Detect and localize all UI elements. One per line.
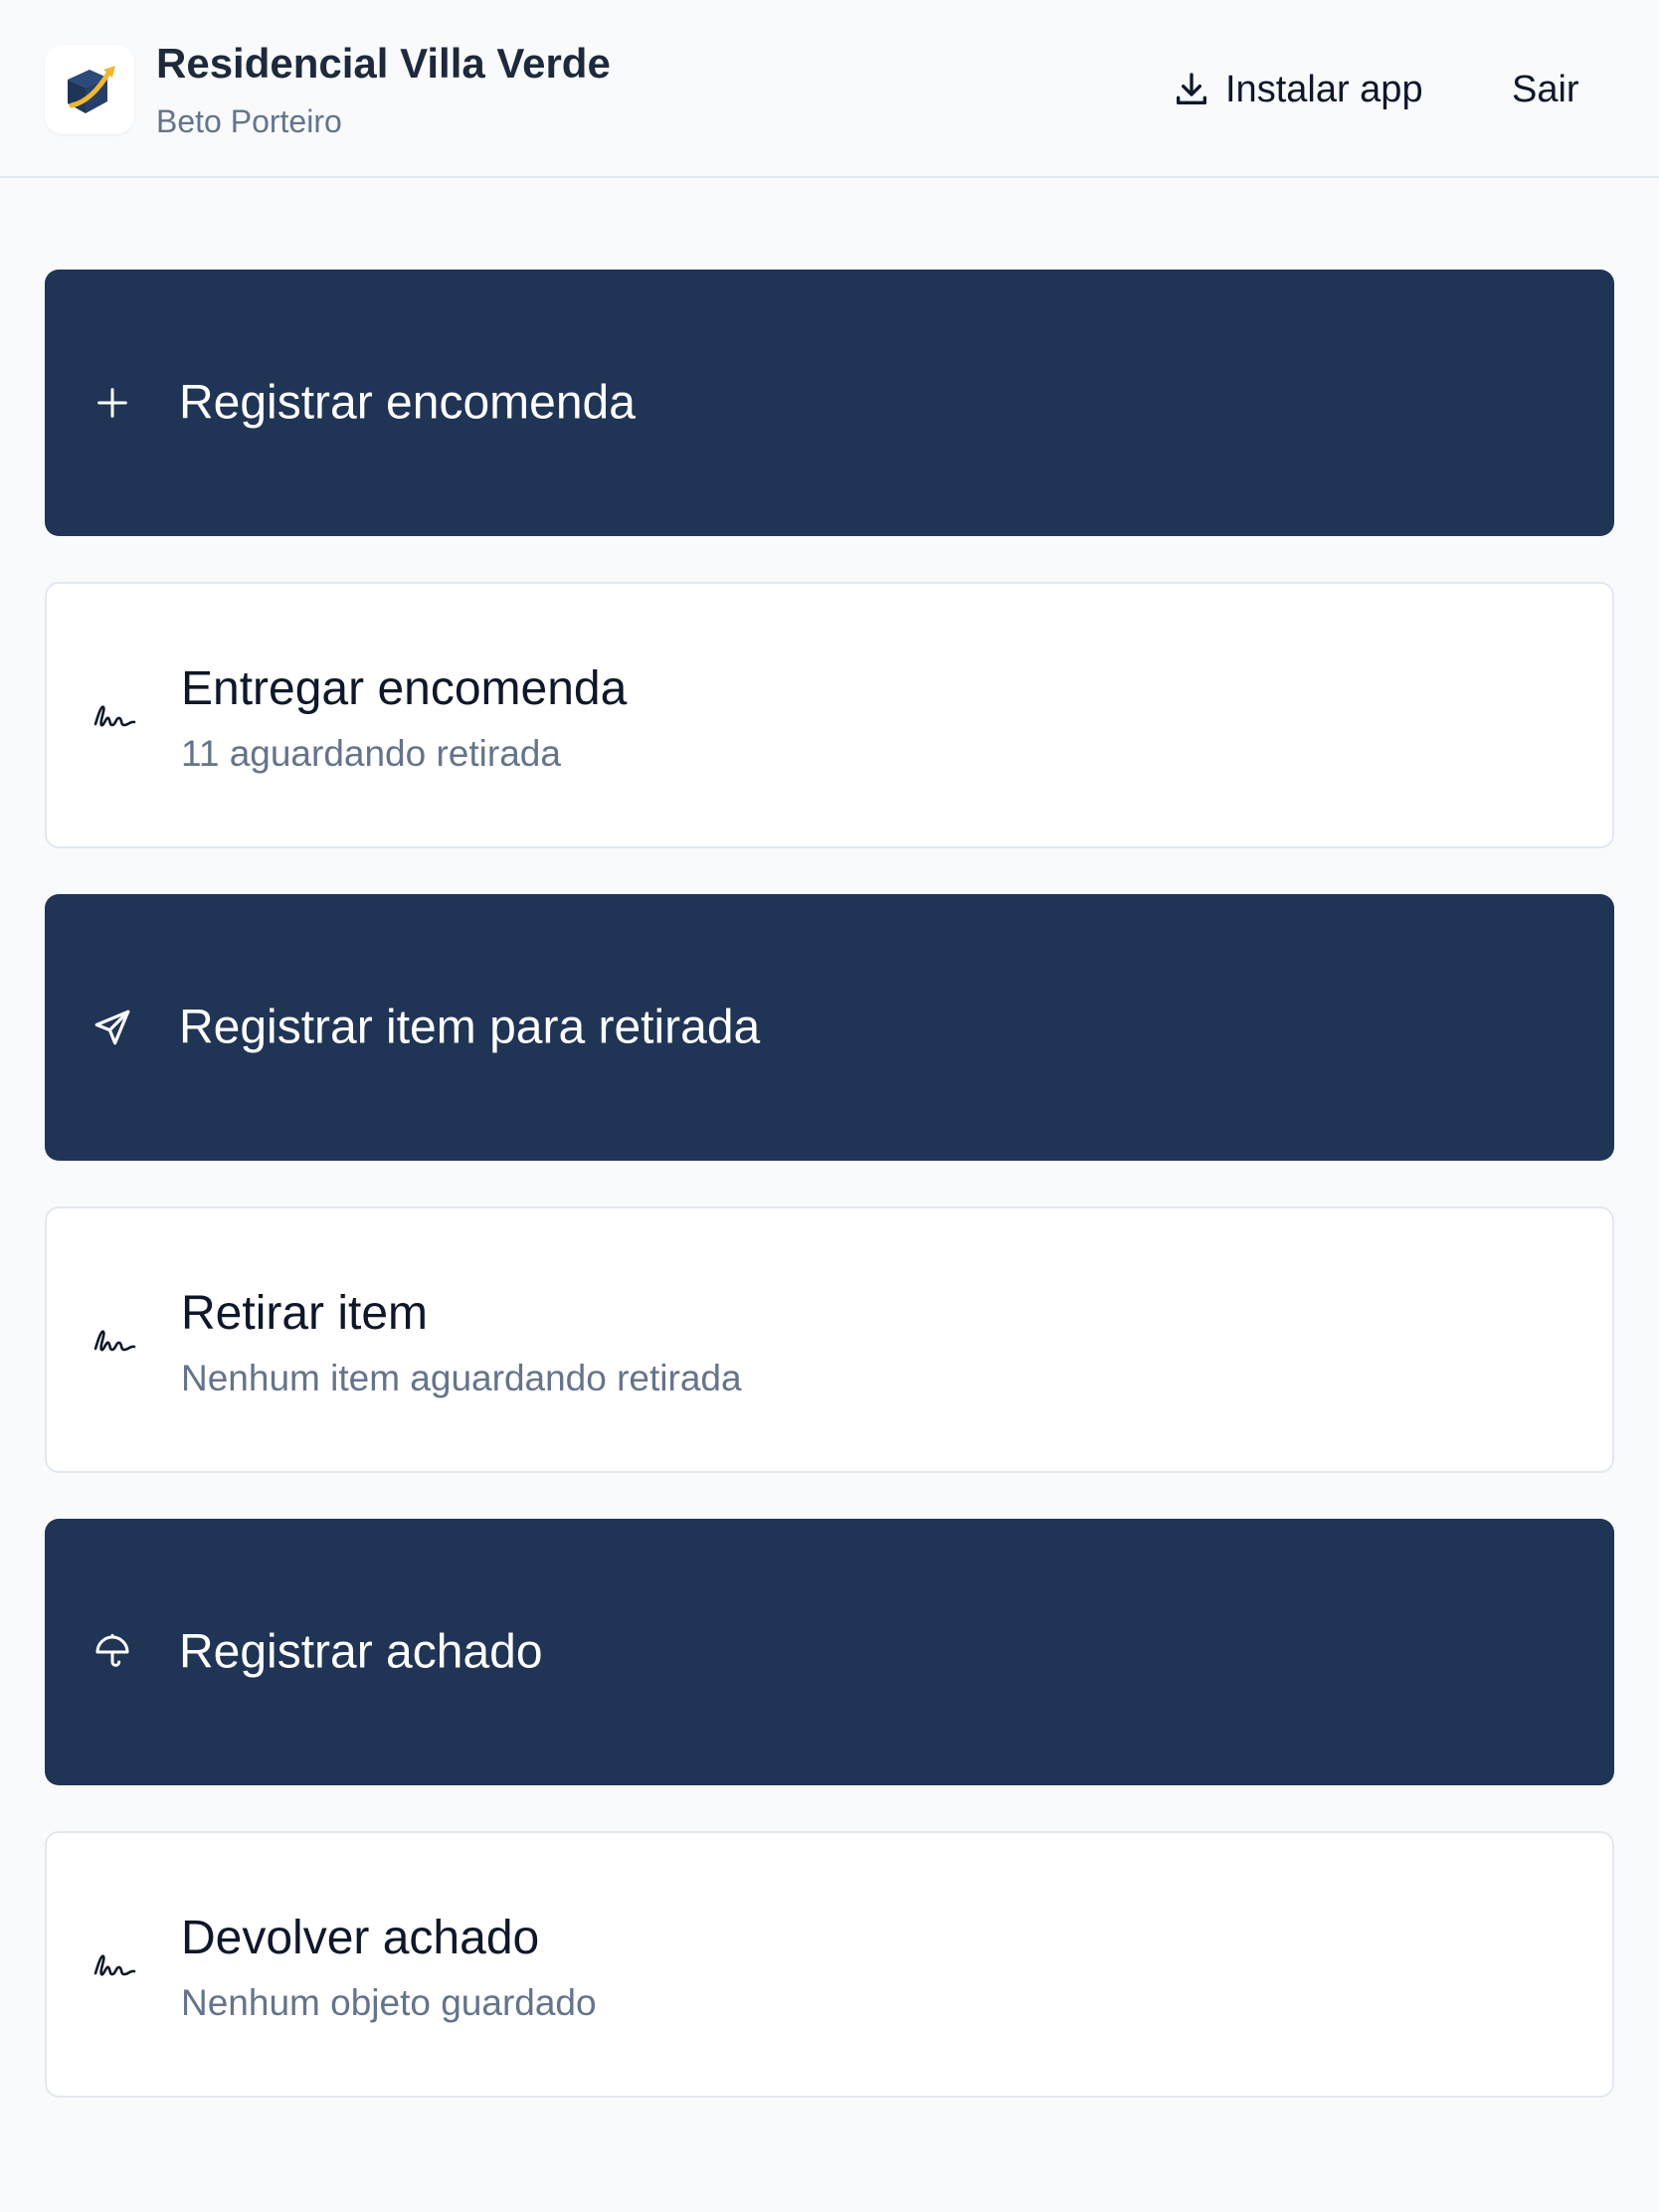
return-found-item-label: Devolver achado [181, 1912, 540, 1964]
register-item-for-pickup-button[interactable]: Registrar item para retirada [45, 894, 1614, 1161]
signature-icon [92, 1942, 136, 1986]
register-found-item-button[interactable]: Registrar achado [45, 1519, 1614, 1785]
umbrella-icon [91, 1630, 134, 1674]
pickup-item-status: Nenhum item aguardando retirada [181, 1358, 742, 1398]
install-app-label: Instalar app [1225, 68, 1423, 110]
package-logo-icon [68, 66, 115, 113]
action-list: Registrar encomenda Entregar encomenda 1… [45, 270, 1614, 2143]
return-found-item-status: Nenhum objeto guardado [181, 1982, 597, 2023]
register-package-label: Registrar encomenda [179, 376, 636, 430]
app-logo [45, 45, 134, 134]
register-found-item-label: Registrar achado [179, 1625, 543, 1679]
app-header: Residencial Villa Verde Beto Porteiro In… [0, 0, 1659, 178]
page-title: Residencial Villa Verde [156, 40, 611, 87]
plus-icon [91, 381, 134, 425]
send-icon [91, 1006, 134, 1049]
deliver-package-button[interactable]: Entregar encomenda 11 aguardando retirad… [45, 582, 1614, 848]
pending-pickup-count: 11 aguardando retirada [181, 733, 561, 774]
pickup-item-label: Retirar item [181, 1287, 429, 1340]
download-icon [1177, 73, 1206, 105]
install-app-button[interactable]: Instalar app [1172, 62, 1423, 117]
signature-icon [92, 1318, 136, 1362]
deliver-package-label: Entregar encomenda [181, 662, 628, 715]
logout-button[interactable]: Sair [1512, 62, 1579, 117]
register-item-for-pickup-label: Registrar item para retirada [179, 1001, 761, 1054]
register-package-button[interactable]: Registrar encomenda [45, 270, 1614, 536]
user-name: Beto Porteiro [156, 103, 342, 139]
pickup-item-button[interactable]: Retirar item Nenhum item aguardando reti… [45, 1206, 1614, 1473]
return-found-item-button[interactable]: Devolver achado Nenhum objeto guardado [45, 1831, 1614, 2098]
signature-icon [92, 693, 136, 737]
logout-label: Sair [1512, 68, 1579, 110]
